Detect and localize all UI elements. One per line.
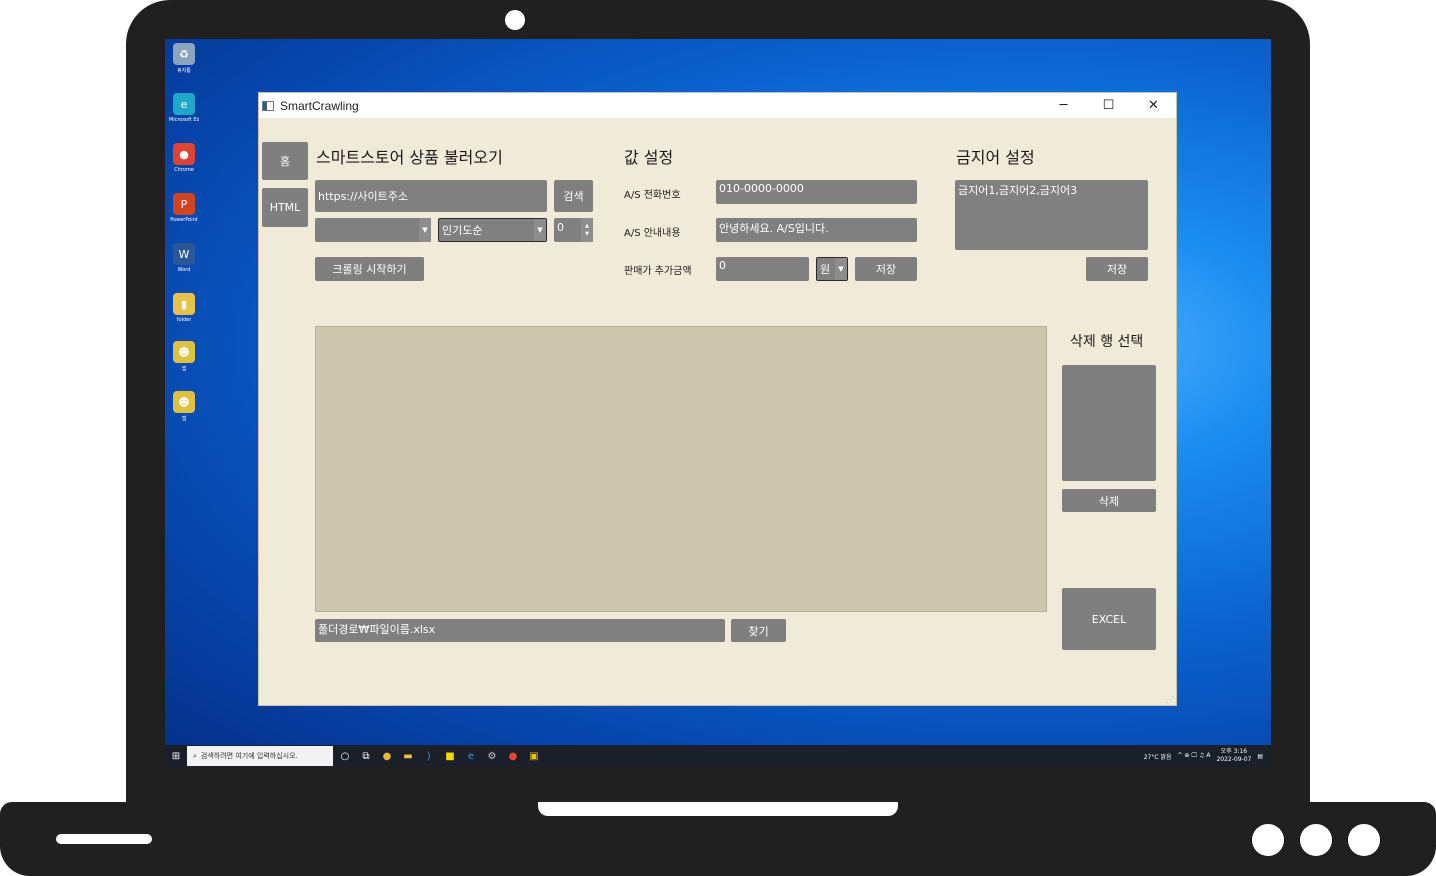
chevron-down-icon: ▼ [534, 219, 546, 241]
banned-heading: 금지어 설정 [956, 148, 1035, 167]
delete-panel-heading: 삭제 행 선택 [1070, 334, 1144, 350]
webcam [505, 10, 525, 30]
window-app-icon [262, 100, 274, 111]
taskbar: ⊞ ⌕ 검색하려면 여기에 입력하십시오. ○ ⧉ ● ▬ ⟩ ■ e ⚙ ● … [165, 745, 1271, 767]
price-input[interactable]: 0 [716, 257, 809, 281]
chevron-down-icon: ▼ [835, 258, 847, 280]
taskbar-search[interactable]: ⌕ 검색하려면 여기에 입력하십시오. [187, 746, 333, 766]
count-stepper[interactable]: 0 ▲ ▼ [554, 218, 593, 242]
desktop-shortcut-label: 휴지통 [177, 68, 191, 74]
desktop-shortcut[interactable]: ☻ 앱 [169, 341, 199, 385]
laptop-slot [56, 834, 152, 844]
app-icon-2: ☻ [173, 391, 195, 413]
start-crawling-button[interactable]: 크롤링 시작하기 [315, 257, 424, 281]
excel-button[interactable]: EXCEL [1062, 588, 1156, 650]
url-input[interactable]: https://사이트주소 [315, 180, 547, 212]
store-heading: 스마트스토어 상품 불러오기 [316, 148, 503, 167]
desktop-shortcut-label: 앱 [181, 416, 187, 422]
system-tray: 27°C 맑음 ^ ⊕ 🖵 ♫ A 오후 3:16 2022-09-07 ▤ [1144, 748, 1271, 764]
resize-grip-icon[interactable]: ⋰ [1166, 695, 1174, 704]
weather-text[interactable]: 27°C 맑음 [1144, 752, 1172, 761]
find-button[interactable]: 찾기 [731, 619, 786, 642]
settings-icon[interactable]: ⚙ [483, 747, 501, 765]
desktop-shortcut[interactable]: e Microsoft Edge [169, 93, 199, 137]
unit-select[interactable]: 원 ▼ [816, 257, 848, 281]
vscode-icon[interactable]: ⟩ [420, 747, 438, 765]
desktop-shortcut-label: Microsoft Edge [169, 117, 199, 123]
task-view-icon[interactable]: ⧉ [357, 747, 375, 765]
powerpoint-taskbar-icon[interactable]: ● [504, 747, 522, 765]
powerpoint-icon: P [173, 193, 195, 215]
sticky-notes-icon[interactable]: ■ [441, 747, 459, 765]
chevron-down-icon: ▼ [419, 218, 431, 242]
desktop-shortcut-label: folder [176, 317, 192, 323]
explorer-icon[interactable]: ▬ [399, 747, 417, 765]
folder-icon: ▮ [173, 293, 195, 315]
window-title: SmartCrawling [280, 98, 359, 113]
delete-button[interactable]: 삭제 [1062, 489, 1156, 512]
values-save-button[interactable]: 저장 [855, 257, 917, 281]
banned-save-button[interactable]: 저장 [1086, 257, 1148, 281]
laptop-light [1348, 824, 1380, 856]
chrome-icon: ● [173, 143, 195, 165]
count-value: 0 [557, 221, 564, 234]
file-path-input[interactable]: 폴더경로₩파일이름.xlsx [315, 619, 725, 642]
sort-value: 인기도순 [442, 224, 483, 237]
desktop-shortcut[interactable]: P PowerPoint [169, 193, 199, 237]
maximize-button[interactable]: ☐ [1086, 93, 1131, 118]
desktop-screen: ♻ 휴지통 e Microsoft Edge ● Chrome P PowerPoint W Wo… [165, 39, 1271, 767]
desktop-shortcut[interactable]: ♻ 휴지통 [169, 43, 199, 87]
info-label: A/S 안내내용 [624, 228, 681, 239]
laptop-light [1252, 824, 1284, 856]
data-grid[interactable] [315, 326, 1047, 612]
info-input[interactable]: 안녕하세요. A/S입니다. [716, 218, 917, 242]
word-icon: W [173, 243, 195, 265]
laptop-light [1300, 824, 1332, 856]
desktop-shortcut[interactable]: ● Chrome [169, 143, 199, 187]
chrome-taskbar-icon[interactable]: ● [378, 747, 396, 765]
close-button[interactable]: ✕ [1131, 93, 1176, 118]
tray-icons[interactable]: ^ ⊕ 🖵 ♫ A [1178, 752, 1211, 760]
sort-select[interactable]: 인기도순 ▼ [438, 218, 547, 242]
taskbar-search-placeholder: 검색하려면 여기에 입력하십시오. [200, 752, 298, 760]
desktop-shortcut-label: Chrome [174, 167, 194, 173]
clock-time: 오후 3:16 [1220, 748, 1248, 755]
phone-label: A/S 전화번호 [624, 190, 681, 201]
desktop-shortcut-label: PowerPoint [170, 217, 198, 223]
start-icon[interactable]: ⊞ [165, 745, 187, 767]
app-window: SmartCrawling ─ ☐ ✕ 홈 HTML 스마트스토어 상품 불러오… [258, 92, 1177, 706]
phone-input[interactable]: 010-0000-0000 [716, 180, 917, 204]
clock[interactable]: 오후 3:16 2022-09-07 [1216, 748, 1251, 764]
home-button[interactable]: 홈 [262, 142, 308, 180]
values-heading: 값 설정 [624, 148, 674, 167]
minimize-button[interactable]: ─ [1041, 93, 1086, 118]
title-bar[interactable]: SmartCrawling ─ ☐ ✕ [259, 93, 1176, 118]
search-icon: ⌕ [193, 751, 197, 760]
delete-row-list[interactable] [1062, 365, 1156, 481]
price-label: 판매가 추가금액 [624, 266, 692, 277]
ie-icon[interactable]: e [462, 747, 480, 765]
notification-icon[interactable]: ▤ [1257, 753, 1263, 760]
kakaotalk-icon[interactable]: ▣ [525, 747, 543, 765]
unit-value: 원 [820, 263, 831, 276]
stepper-arrows-icon[interactable]: ▲ ▼ [581, 218, 593, 242]
banned-words-textarea[interactable]: 금지어1,금지어2,금지어3 [955, 180, 1148, 250]
desktop-shortcut[interactable]: ☻ 앱 [169, 391, 199, 435]
html-button[interactable]: HTML [262, 188, 308, 227]
desktop-shortcut-label: 앱 [181, 366, 187, 372]
search-button[interactable]: 검색 [554, 180, 593, 212]
laptop-hinge [538, 802, 898, 816]
desktop-shortcut[interactable]: ▮ folder [169, 293, 199, 337]
recycle-bin-icon: ♻ [173, 43, 195, 65]
edge-icon: e [173, 93, 195, 115]
app-icon-1: ☻ [173, 341, 195, 363]
cortana-icon[interactable]: ○ [336, 747, 354, 765]
desktop-shortcut[interactable]: W Word [169, 243, 199, 287]
laptop-mockup: ♻ 휴지통 e Microsoft Edge ● Chrome P PowerPoint W Wo… [0, 0, 1436, 876]
category-select[interactable]: ▼ [315, 218, 431, 242]
clock-date: 2022-09-07 [1216, 756, 1252, 763]
desktop-shortcut-label: Word [177, 267, 191, 273]
